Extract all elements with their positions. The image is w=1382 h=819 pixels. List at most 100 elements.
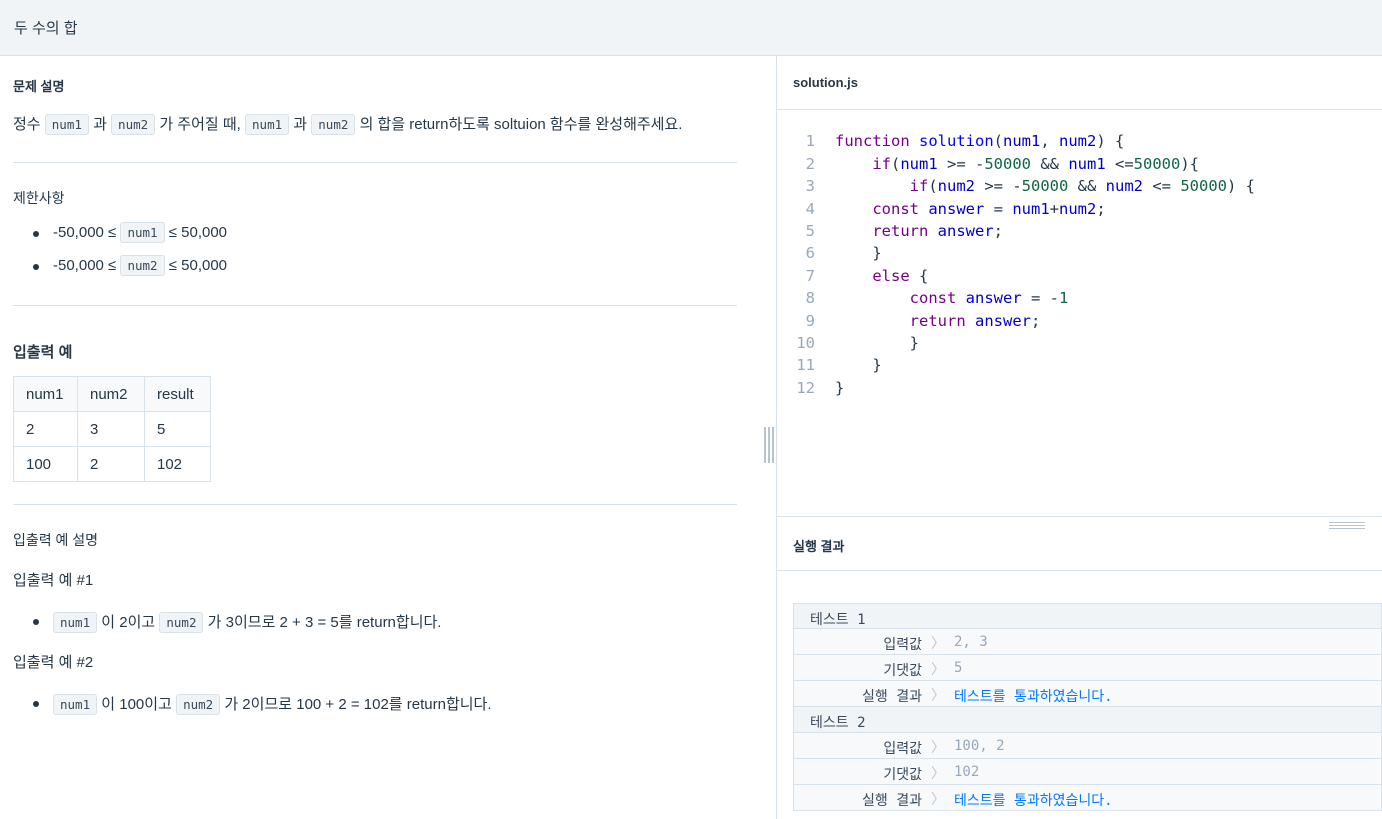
- drag-handle-icon[interactable]: [1329, 522, 1365, 530]
- result-label: 실행 결과: [862, 793, 922, 809]
- chevron-right-icon: 〉: [931, 688, 945, 704]
- table-header-row: num1 num2 result: [13, 376, 211, 412]
- chevron-right-icon: 〉: [931, 740, 945, 756]
- inline-code: num2: [159, 612, 204, 633]
- line-number: 4: [805, 200, 815, 218]
- constraint-text: -50,000 ≤: [53, 224, 117, 241]
- bullet: [33, 701, 39, 707]
- editor-panel: solution.js 1 2 3 4 5 6 7 8 9 10 11 12 f…: [777, 56, 1382, 819]
- line-number: 3: [805, 177, 815, 195]
- table-cell: 5: [144, 411, 211, 447]
- example-title: 입출력 예 #2: [13, 654, 94, 671]
- result-label: 실행 결과: [862, 689, 922, 705]
- line-number: 1: [805, 132, 815, 150]
- constraints-title: 제한사항: [13, 190, 65, 206]
- constraint-text: ≤ 50,000: [168, 224, 228, 241]
- table-cell: 100: [13, 446, 78, 482]
- file-tab[interactable]: solution.js: [777, 56, 1382, 110]
- code-line: }: [835, 334, 919, 352]
- example-text: 가 3이므로 2 + 3 = 5를 return합니다.: [207, 614, 442, 631]
- line-number: 7: [805, 267, 815, 285]
- section-title-description: 문제 설명: [13, 79, 65, 94]
- chevron-right-icon: 〉: [931, 792, 945, 808]
- input-label: 입력값: [883, 637, 922, 653]
- test-name: 테스트 2: [810, 715, 866, 731]
- expected-label: 기댓값: [883, 767, 922, 783]
- line-number: 11: [796, 356, 815, 374]
- test-row: 기댓값 〉 5: [793, 655, 1382, 681]
- test-header-row: 테스트 1: [793, 603, 1382, 629]
- test-row: 입력값 〉 100, 2: [793, 733, 1382, 759]
- inline-code: num1: [44, 114, 89, 135]
- line-number: 8: [805, 289, 815, 307]
- code-line: return answer;: [909, 312, 1041, 330]
- constraint-text: -50,000 ≤: [53, 257, 117, 274]
- desc-text: 의 합을 return하도록 soltuion 함수를 완성해주세요.: [359, 116, 683, 133]
- test-name: 테스트 1: [810, 612, 866, 628]
- resize-grip-icon[interactable]: [764, 427, 774, 463]
- test-header-row: 테스트 2: [793, 707, 1382, 733]
- input-value: 2, 3: [954, 634, 988, 650]
- constraint-item: -50,000 ≤ num1 ≤ 50,000: [53, 222, 228, 243]
- code-line: return answer;: [872, 222, 1004, 240]
- inline-code: num1: [53, 694, 98, 715]
- example-text: 이 100이고: [101, 696, 172, 713]
- io-title: 입출력 예: [13, 344, 73, 361]
- divider: [13, 305, 737, 306]
- io-table: num1 num2 result 2 3 5 100 2 102: [13, 376, 211, 482]
- divider: [13, 504, 737, 505]
- code-line: function solution(num1, num2) {: [835, 132, 1125, 150]
- table-cell: 102: [144, 446, 211, 482]
- expected-value: 102: [954, 764, 980, 780]
- desc-text: 과: [293, 116, 308, 133]
- bullet: [33, 231, 39, 237]
- line-number: 10: [796, 334, 815, 352]
- code-line: else {: [872, 267, 929, 285]
- divider: [13, 162, 737, 163]
- example-item: num1 이 2이고 num2 가 3이므로 2 + 3 = 5를 return…: [53, 611, 442, 633]
- inline-code: num2: [176, 694, 221, 715]
- chevron-right-icon: 〉: [931, 636, 945, 652]
- test-row: 실행 결과 〉 테스트를 통과하였습니다.: [793, 681, 1382, 707]
- desc-text: 가 주어질 때,: [159, 116, 241, 133]
- test-row: 기댓값 〉 102: [793, 759, 1382, 785]
- problem-description: 정수 num1 과 num2 가 주어질 때, num1 과 num2 의 합을…: [13, 113, 683, 135]
- io-desc-title: 입출력 예 설명: [13, 532, 99, 548]
- inline-code: num1: [53, 612, 98, 633]
- test-row: 실행 결과 〉 테스트를 통과하였습니다.: [793, 785, 1382, 811]
- table-header-cell: num2: [77, 376, 145, 412]
- file-name: solution.js: [793, 75, 858, 90]
- result-value: 테스트를 통과하였습니다.: [954, 793, 1113, 809]
- table-row: 100 2 102: [13, 446, 211, 482]
- input-label: 입력값: [883, 741, 922, 757]
- code-line: }: [835, 244, 882, 262]
- problem-panel: 문제 설명 정수 num1 과 num2 가 주어질 때, num1 과 num…: [0, 56, 777, 819]
- desc-text: 과: [93, 116, 107, 133]
- code-line: }: [835, 379, 845, 397]
- result-header: 실행 결과: [777, 516, 1382, 571]
- bullet: [33, 264, 39, 270]
- table-header-cell: result: [144, 376, 211, 412]
- line-number: 5: [805, 222, 815, 240]
- desc-text: 정수: [13, 116, 41, 133]
- constraint-item: -50,000 ≤ num2 ≤ 50,000: [53, 255, 228, 276]
- chevron-right-icon: 〉: [931, 662, 945, 678]
- code-line: const answer = -1: [909, 289, 1069, 307]
- problem-title: 두 수의 합: [14, 20, 78, 37]
- code-line: if(num2 >= -50000 && num2 <= 50000) {: [909, 177, 1255, 195]
- code-editor[interactable]: 1 2 3 4 5 6 7 8 9 10 11 12 function solu…: [777, 110, 1382, 516]
- constraint-text: ≤ 50,000: [168, 257, 228, 274]
- line-number: 6: [805, 244, 815, 262]
- test-results: 테스트 1 입력값 〉 2, 3 기댓값 〉 5 실행 결과 〉 테스트를 통과…: [793, 603, 1382, 811]
- example-item: num1 이 100이고 num2 가 2이므로 100 + 2 = 102를 …: [53, 693, 492, 715]
- input-value: 100, 2: [954, 738, 1005, 754]
- chevron-right-icon: 〉: [931, 766, 945, 782]
- bullet: [33, 619, 39, 625]
- inline-code: num1: [245, 114, 290, 135]
- code-line: const answer = num1+num2;: [872, 200, 1106, 218]
- table-cell: 3: [77, 411, 145, 447]
- result-value: 테스트를 통과하였습니다.: [954, 689, 1113, 705]
- test-row: 입력값 〉 2, 3: [793, 629, 1382, 655]
- expected-label: 기댓값: [883, 663, 922, 679]
- table-cell: 2: [13, 411, 78, 447]
